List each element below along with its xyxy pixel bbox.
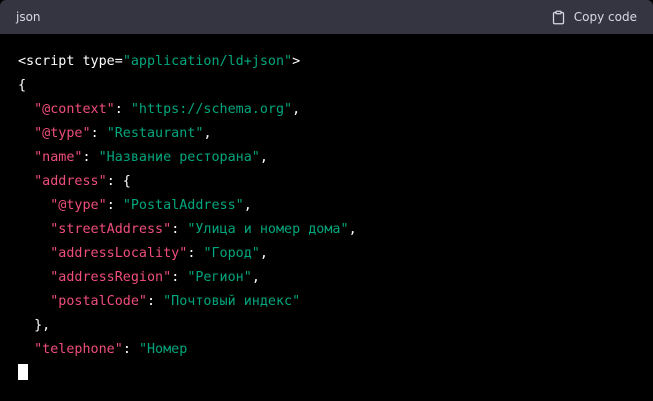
json-key: "telephone" xyxy=(34,342,123,357)
code-block: json Copy code <script type="application… xyxy=(0,0,653,401)
json-key: "@type" xyxy=(34,126,91,141)
code-token: : xyxy=(82,150,99,165)
copy-code-label: Copy code xyxy=(573,10,637,24)
code-line: "streetAddress": "Улица и номер дома", xyxy=(18,218,653,242)
code-token: : { xyxy=(106,174,131,189)
json-string: "Почтовый индекс" xyxy=(163,294,301,309)
code-line: "address": { xyxy=(18,170,653,194)
json-string: "https://schema.org" xyxy=(130,102,293,117)
text-cursor xyxy=(18,364,28,380)
json-key: "streetAddress" xyxy=(50,222,172,237)
json-string: "Регион" xyxy=(187,270,252,285)
code-line: "addressRegion": "Регион", xyxy=(18,266,653,290)
code-token: : xyxy=(187,246,204,261)
json-key: "@type" xyxy=(50,198,107,213)
clipboard-icon xyxy=(551,10,566,25)
code-token: , xyxy=(251,270,260,285)
code-token: : xyxy=(147,294,164,309)
code-line: "@context": "https://schema.org", xyxy=(18,98,653,122)
code-token: : xyxy=(171,222,188,237)
code-token: : xyxy=(114,102,131,117)
json-string: "Улица и номер дома" xyxy=(187,222,349,237)
copy-code-button[interactable]: Copy code xyxy=(551,10,637,25)
code-line: }, xyxy=(18,314,653,338)
code-line: "telephone": "Номер xyxy=(18,338,653,362)
json-key: "name" xyxy=(34,150,83,165)
code-token: , xyxy=(259,246,268,261)
json-string: "PostalAddress" xyxy=(122,198,244,213)
code-token: , xyxy=(259,150,268,165)
code-token: , xyxy=(243,198,252,213)
json-string: "Название ресторана" xyxy=(98,150,260,165)
code-token: <script type= xyxy=(18,54,123,69)
code-token: , xyxy=(348,222,357,237)
code-token: }, xyxy=(18,318,51,333)
code-line: { xyxy=(18,74,653,98)
json-key: "@context" xyxy=(34,102,115,117)
code-token: , xyxy=(203,126,212,141)
code-token: > xyxy=(292,54,301,69)
json-string: "application/ld+json" xyxy=(122,54,293,69)
cursor-line xyxy=(18,362,653,386)
code-header: json Copy code xyxy=(0,0,653,34)
code-token: : xyxy=(171,270,188,285)
json-key: "addressLocality" xyxy=(50,246,188,261)
code-token: , xyxy=(292,102,301,117)
json-string: "Город" xyxy=(203,246,260,261)
code-line: <script type="application/ld+json"> xyxy=(18,50,653,74)
json-key: "postalCode" xyxy=(50,294,147,309)
code-token: : xyxy=(90,126,107,141)
code-line: "@type": "PostalAddress", xyxy=(18,194,653,218)
code-token: : xyxy=(122,342,139,357)
code-line: "postalCode": "Почтовый индекс" xyxy=(18,290,653,314)
code-line: "@type": "Restaurant", xyxy=(18,122,653,146)
code-line: "name": "Название ресторана", xyxy=(18,146,653,170)
code-language-label: json xyxy=(16,10,41,24)
json-string: "Restaurant" xyxy=(106,126,204,141)
json-key: "address" xyxy=(34,174,107,189)
json-key: "addressRegion" xyxy=(50,270,172,285)
json-string: "Номер xyxy=(138,342,188,357)
code-content: <script type="application/ld+json"> { "@c… xyxy=(0,34,653,386)
code-token: { xyxy=(18,78,27,93)
code-line: "addressLocality": "Город", xyxy=(18,242,653,266)
code-token: : xyxy=(106,198,123,213)
